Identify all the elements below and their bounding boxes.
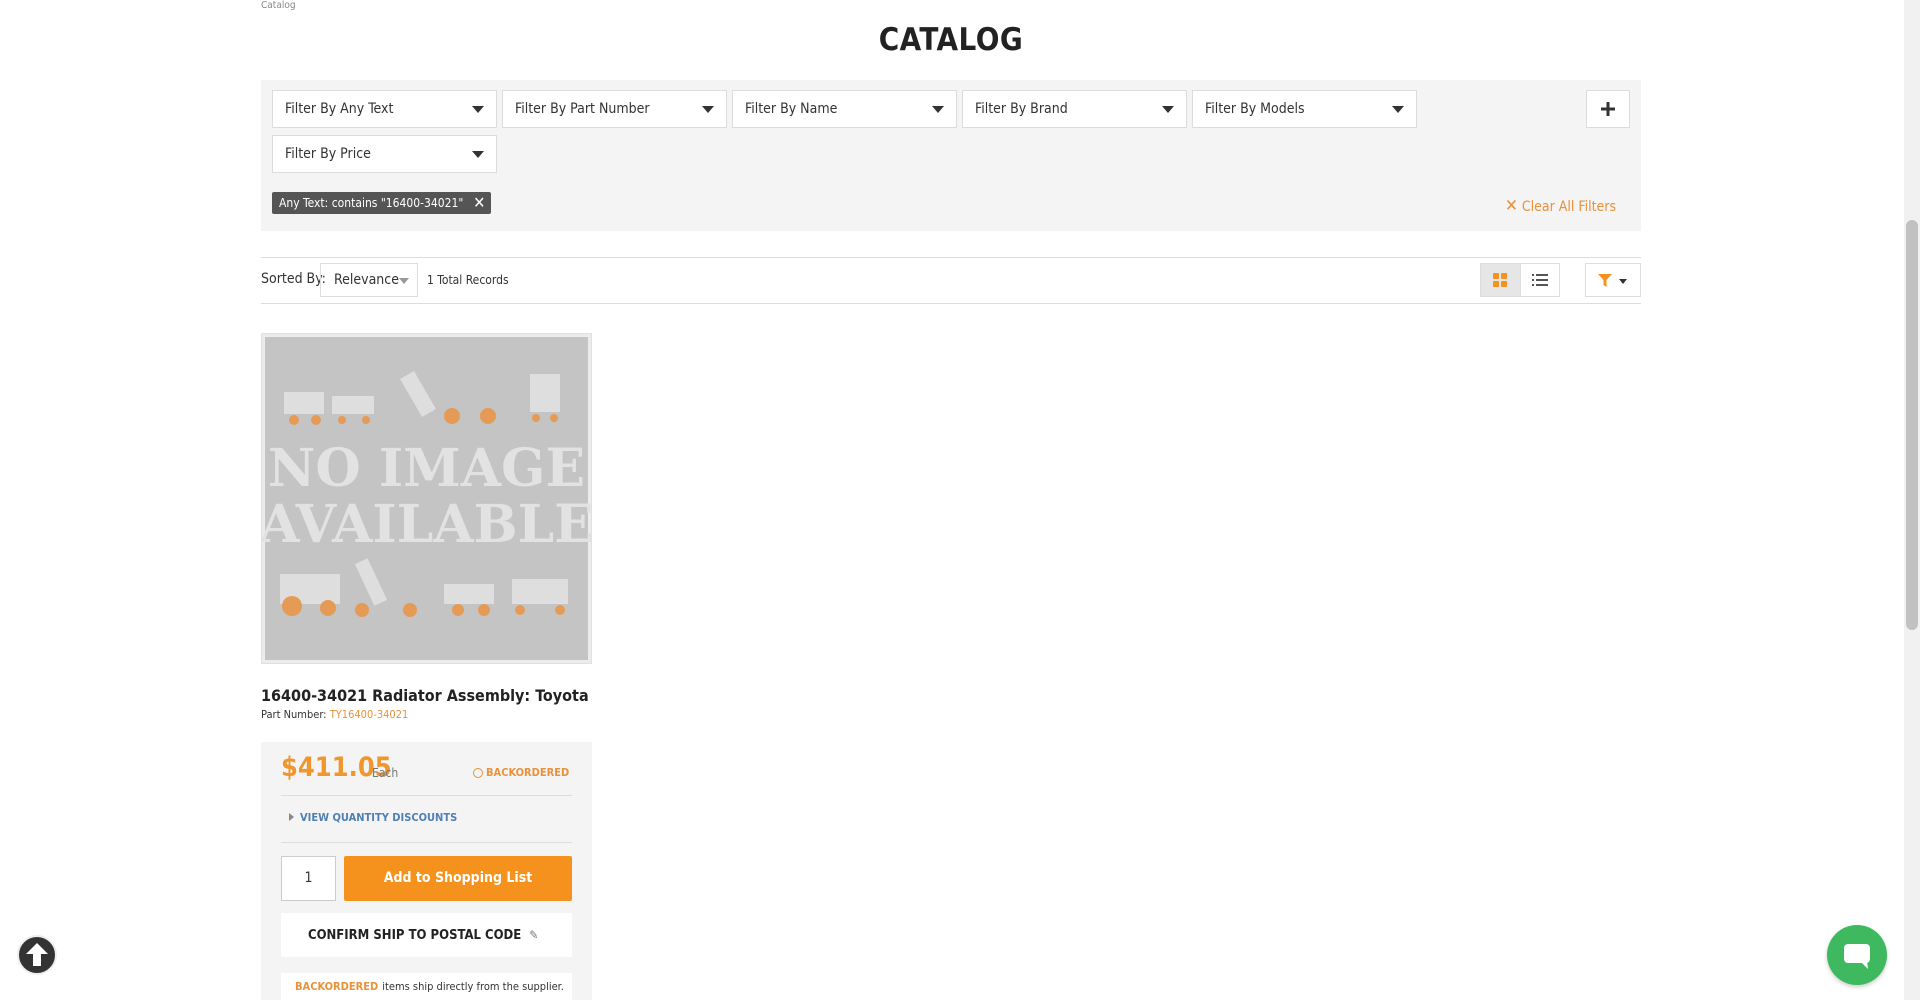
product-title[interactable]: 16400-34021 Radiator Assembly: Toyota: [261, 686, 589, 705]
history-icon: [473, 768, 483, 778]
stock-status-label: BACKORDERED: [486, 766, 570, 779]
caret-down-icon: [932, 106, 944, 113]
list-view-button[interactable]: [1520, 264, 1559, 296]
grid-icon: [1493, 273, 1507, 287]
divider: [281, 795, 572, 796]
chat-button[interactable]: [1827, 925, 1887, 985]
filter-models-label: Filter By Models: [1205, 101, 1305, 117]
caret-right-icon: [289, 813, 294, 821]
caret-down-icon: [1619, 279, 1627, 284]
ship-note: BACKORDERED items ship directly from the …: [281, 973, 572, 1000]
quantity-input[interactable]: 1: [281, 856, 336, 901]
plus-icon: [1601, 102, 1615, 116]
clear-all-filters-label: Clear All Filters: [1521, 199, 1617, 215]
product-image[interactable]: NO IMAGE AVAILABLE: [258, 333, 594, 664]
view-toggle: [1480, 263, 1560, 297]
caret-down-icon: [399, 278, 409, 284]
caret-down-icon: [1162, 106, 1174, 113]
add-to-shopping-list-button[interactable]: Add to Shopping List: [344, 856, 572, 901]
buy-box: $411.05 Each BACKORDERED VIEW QUANTITY D…: [261, 742, 592, 1000]
stock-status-badge: BACKORDERED: [473, 766, 569, 779]
sort-select-value: Relevance: [334, 272, 399, 288]
pencil-icon[interactable]: ✎: [529, 928, 538, 942]
confirm-ship-to-postal-code[interactable]: CONFIRM SHIP TO POSTAL CODE ✎: [281, 913, 572, 957]
filter-part-number-label: Filter By Part Number: [515, 101, 650, 117]
filter-panel: Filter By Any Text Filter By Part Number…: [261, 80, 1641, 231]
back-to-top-button[interactable]: [17, 935, 57, 975]
no-image-text-line2: AVAILABLE: [262, 494, 591, 555]
caret-down-icon: [1392, 106, 1404, 113]
close-icon: ✕: [1505, 196, 1518, 216]
filter-menu-button[interactable]: [1585, 263, 1641, 297]
active-filter-chip: Any Text: contains "16400-34021" ✕: [272, 192, 492, 214]
list-icon: [1532, 274, 1548, 286]
caret-down-icon: [472, 151, 484, 158]
price-unit: Each: [372, 766, 399, 780]
grid-view-button[interactable]: [1481, 264, 1521, 296]
chat-icon: [1844, 944, 1870, 969]
caret-down-icon: [472, 106, 484, 113]
sorted-by-label: Sorted By:: [261, 271, 326, 287]
view-quantity-discounts-link[interactable]: VIEW QUANTITY DISCOUNTS: [289, 811, 457, 824]
filter-brand-label: Filter By Brand: [975, 101, 1068, 117]
active-filter-chip-label: Any Text: contains "16400-34021": [279, 196, 464, 210]
filter-brand-dropdown[interactable]: Filter By Brand: [962, 90, 1187, 128]
part-number-link[interactable]: TY16400-34021: [330, 708, 409, 721]
remove-filter-icon[interactable]: ✕: [473, 192, 485, 214]
divider: [281, 842, 572, 843]
arrow-up-circle-icon: [17, 935, 57, 975]
total-records: 1 Total Records: [427, 273, 509, 287]
filter-price-label: Filter By Price: [285, 146, 371, 162]
sort-select[interactable]: Relevance: [320, 263, 418, 297]
filter-price-dropdown[interactable]: Filter By Price: [272, 135, 497, 173]
no-image-text-line1: NO IMAGE: [268, 438, 585, 499]
filter-name-label: Filter By Name: [745, 101, 838, 117]
scrollbar-thumb[interactable]: [1906, 220, 1918, 630]
breadcrumb[interactable]: Catalog: [261, 0, 296, 11]
ship-note-text: items ship directly from the supplier.: [382, 980, 564, 993]
page-title: CATALOG: [878, 22, 1024, 58]
part-number-label: Part Number:: [261, 708, 327, 721]
sort-bar: Sorted By: Relevance 1 Total Records: [261, 257, 1641, 304]
no-image-placeholder: NO IMAGE AVAILABLE: [258, 337, 594, 660]
add-filter-button[interactable]: [1586, 90, 1630, 128]
confirm-ship-label: CONFIRM SHIP TO POSTAL CODE: [308, 928, 522, 943]
filter-any-text-dropdown[interactable]: Filter By Any Text: [272, 90, 497, 128]
filter-part-number-dropdown[interactable]: Filter By Part Number: [502, 90, 727, 128]
filter-name-dropdown[interactable]: Filter By Name: [732, 90, 957, 128]
ship-note-badge: BACKORDERED: [295, 980, 379, 993]
part-number-row: Part Number: TY16400-34021: [261, 708, 408, 721]
clear-all-filters-link[interactable]: ✕ Clear All Filters: [1505, 196, 1616, 216]
filter-any-text-label: Filter By Any Text: [285, 101, 394, 117]
funnel-icon: [1598, 274, 1612, 287]
caret-down-icon: [702, 106, 714, 113]
view-quantity-discounts-label: VIEW QUANTITY DISCOUNTS: [300, 811, 458, 824]
filter-models-dropdown[interactable]: Filter By Models: [1192, 90, 1417, 128]
